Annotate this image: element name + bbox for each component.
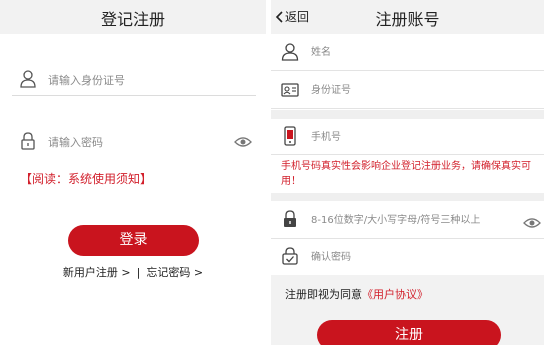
id-card-icon	[281, 83, 299, 97]
password-input[interactable]	[48, 128, 228, 156]
system-notice-link[interactable]: 【阅读：系统使用须知】	[20, 170, 152, 187]
lock-icon	[21, 132, 35, 150]
user-icon	[281, 43, 299, 61]
section-gap	[271, 193, 544, 201]
id-number-input[interactable]	[311, 78, 531, 102]
confirm-password-input[interactable]	[311, 245, 531, 269]
agreement-prefix: 注册即视为同意	[285, 288, 362, 301]
forgot-password-link[interactable]: 忘记密码 >	[146, 266, 203, 279]
phone-input[interactable]	[311, 125, 531, 149]
new-user-register-link[interactable]: 新用户注册 >	[63, 266, 131, 279]
id-number-field	[12, 66, 256, 96]
password-field	[12, 128, 256, 158]
register-button[interactable]: 注册	[317, 320, 501, 345]
register-screen: 返回 注册账号 手机号码真实性会影响企业登记注册业务，请确保真实可用！	[271, 0, 544, 345]
id-number-row	[271, 71, 544, 109]
phone-row	[271, 119, 544, 155]
user-agreement-link[interactable]: 《用户协议》	[362, 288, 428, 301]
link-separator: |	[136, 266, 141, 279]
register-title: 注册账号	[375, 10, 440, 29]
agreement-bar: 注册即视为同意《用户协议》 注册	[271, 275, 544, 345]
lock-icon	[284, 210, 296, 227]
new-password-input[interactable]	[311, 208, 511, 232]
section-gap	[271, 110, 544, 119]
eye-icon[interactable]	[234, 136, 252, 148]
confirm-check-icon	[282, 247, 298, 265]
login-button[interactable]: 登录	[68, 225, 199, 256]
login-links: 新用户注册 > | 忘记密码 >	[0, 264, 266, 280]
id-number-input[interactable]	[48, 66, 228, 94]
name-input[interactable]	[311, 40, 531, 64]
login-screen: 登记注册 【阅读：系统使用须知】 登录 新用户注册 > | 忘记密码 >	[0, 0, 266, 345]
phone-icon	[284, 126, 296, 146]
phone-warning-text: 手机号码真实性会影响企业登记注册业务，请确保真实可用！	[271, 155, 544, 193]
name-row	[271, 34, 544, 71]
login-title: 登记注册	[100, 10, 165, 29]
confirm-password-row	[271, 239, 544, 275]
agreement-text: 注册即视为同意《用户协议》	[285, 286, 428, 302]
user-icon	[20, 70, 36, 88]
password-row	[271, 201, 544, 239]
eye-icon[interactable]	[523, 217, 541, 229]
